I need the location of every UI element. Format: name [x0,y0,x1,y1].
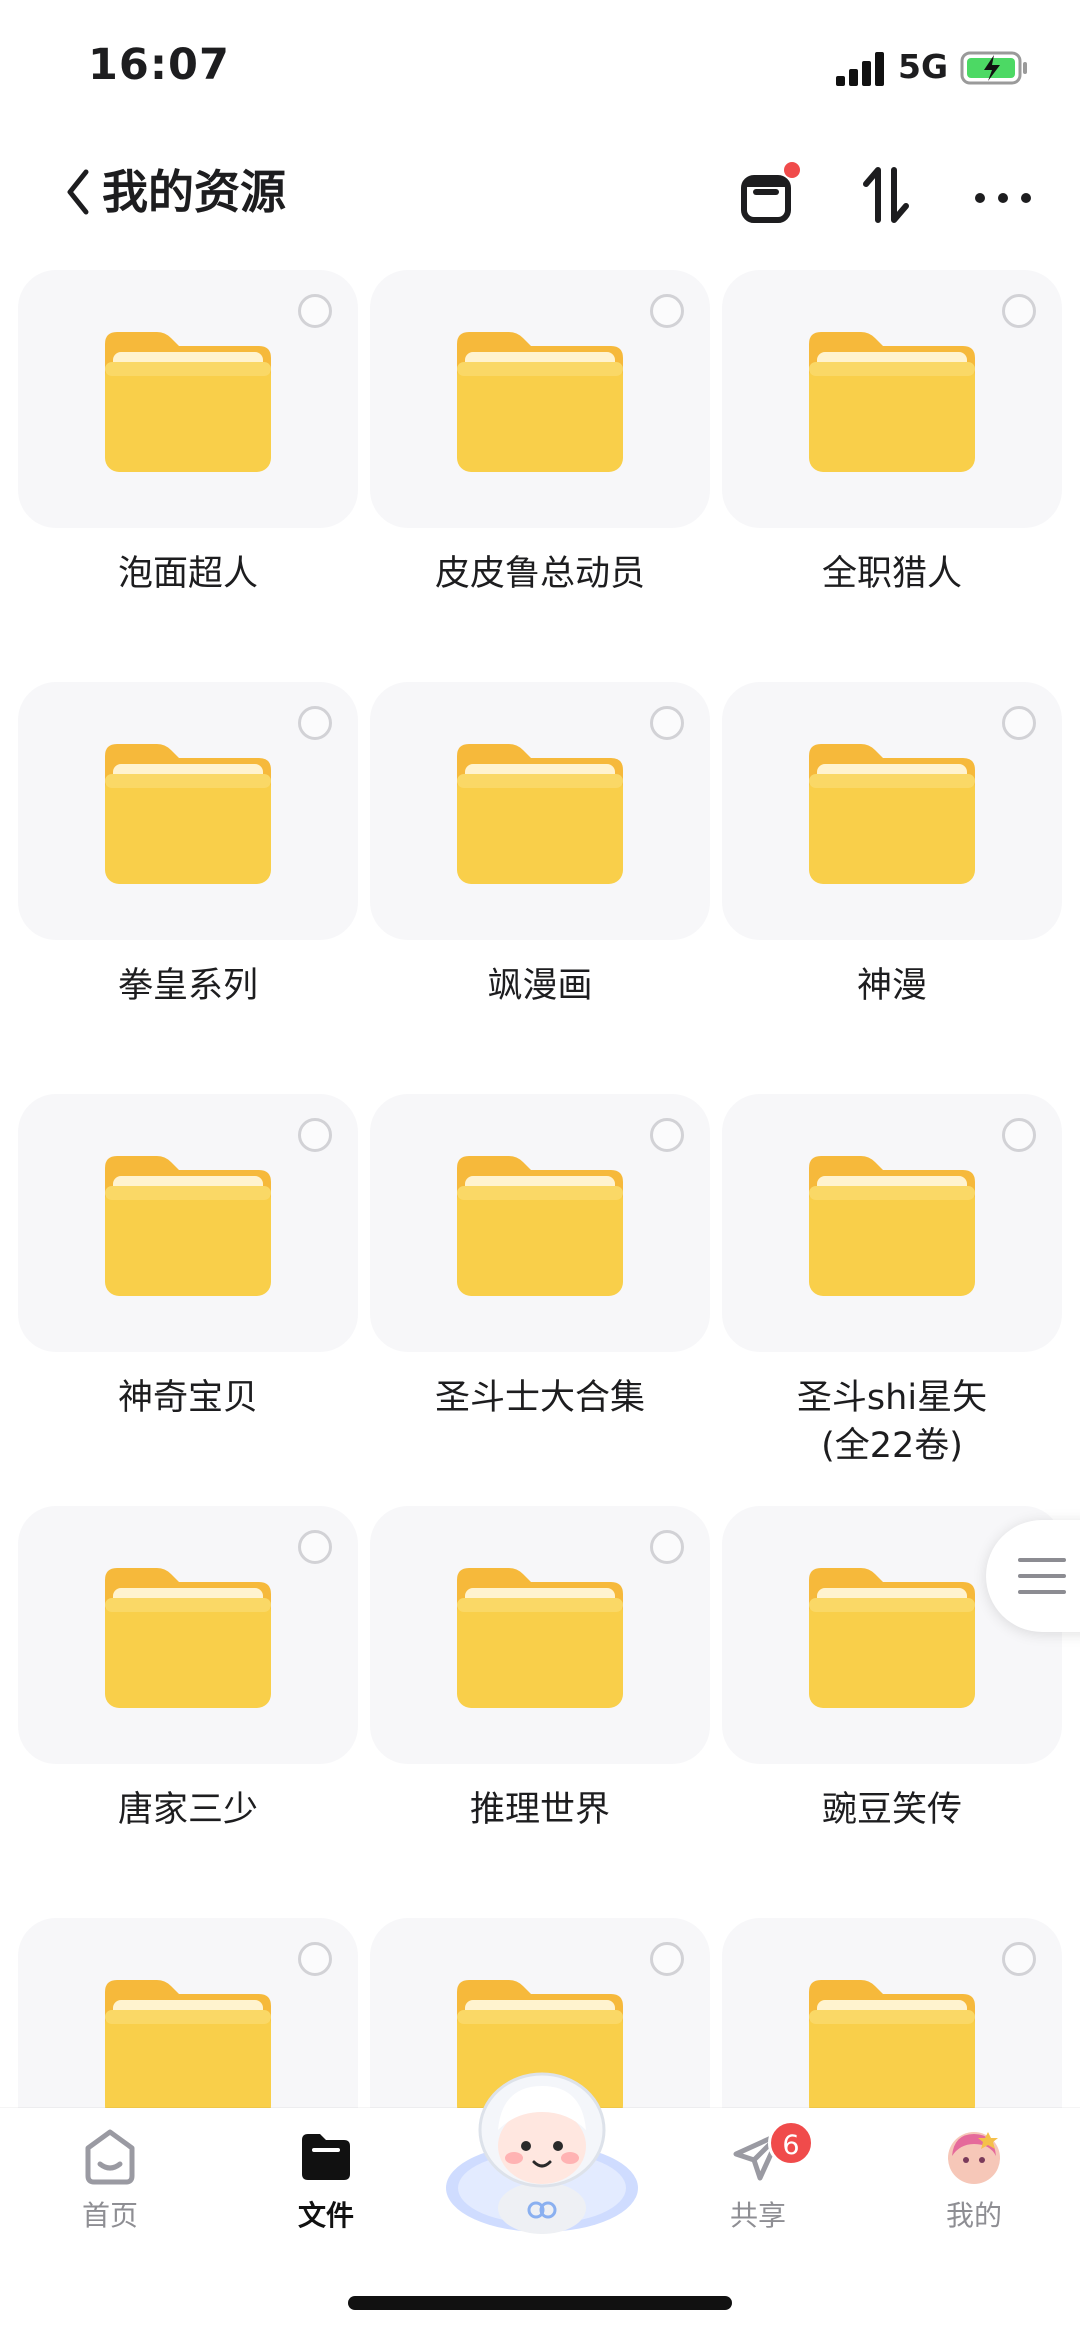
folder-item[interactable]: 圣斗士大合集 [370,1094,710,1506]
tab-label: 文件 [297,2199,354,2232]
folder-item[interactable]: 拳皇系列 [18,682,358,1094]
folder-icon [457,744,623,884]
select-checkbox[interactable] [650,294,684,328]
folder-icon [809,332,975,472]
home-icon [85,2129,135,2185]
folder-item[interactable]: 圣斗shi星矢 (全22卷) [722,1094,1062,1506]
folder-card[interactable] [370,682,710,940]
select-checkbox[interactable] [298,1530,332,1564]
folder-item[interactable]: 全职猎人 [722,270,1062,682]
tab-label: 我的 [945,2199,1002,2232]
select-checkbox[interactable] [298,1942,332,1976]
tab-label: 首页 [81,2199,138,2232]
avatar-icon [948,2132,1000,2184]
tab-home[interactable]: 首页 [40,2126,180,2246]
home-indicator [348,2296,732,2310]
folder-item[interactable]: 神漫 [722,682,1062,1094]
folder-icon [809,1568,975,1708]
tab-label: 共享 [729,2199,786,2232]
tab-files[interactable]: 文件 [256,2126,396,2246]
folder-icon [809,744,975,884]
folder-name: 泡面超人 [117,554,258,594]
folder-card[interactable] [18,1506,358,1764]
tab-me[interactable]: 我的 [904,2126,1044,2246]
select-checkbox[interactable] [650,706,684,740]
menu-line [1018,1558,1066,1562]
select-checkbox[interactable] [650,1942,684,1976]
folder-name: 拳皇系列 [117,966,258,1006]
folder-item[interactable]: 神奇宝贝 [18,1094,358,1506]
folder-name: 唐家三少 [117,1790,258,1830]
folder-icon [105,744,271,884]
folder-icon [809,1156,975,1296]
select-checkbox[interactable] [298,294,332,328]
folder-card[interactable] [722,682,1062,940]
folder-icon [457,1568,623,1708]
folder-name: 推理世界 [469,1790,610,1830]
menu-line [1018,1574,1066,1578]
folder-name: 飒漫画 [487,966,593,1006]
select-checkbox[interactable] [650,1530,684,1564]
select-checkbox[interactable] [298,1118,332,1152]
folder-icon [302,2134,350,2180]
menu-line [1018,1590,1066,1594]
select-checkbox[interactable] [1002,294,1036,328]
tab-share[interactable]: 共享 6 [688,2120,828,2246]
folder-item[interactable]: 推理世界 [370,1506,710,1918]
folder-icon [457,1156,623,1296]
folder-item[interactable]: 泡面超人 [18,270,358,682]
folder-name: 圣斗shi星矢 (全22卷) [796,1378,988,1466]
folder-name: 神漫 [856,966,927,1006]
folder-name: 圣斗士大合集 [434,1378,645,1418]
select-checkbox[interactable] [1002,1118,1036,1152]
folder-name: 豌豆笑传 [821,1790,962,1830]
folder-icon [809,1980,975,2120]
folder-card[interactable] [722,270,1062,528]
folder-icon [105,332,271,472]
folder-card[interactable] [370,1094,710,1352]
assistant-mascot-button[interactable] [442,2060,642,2240]
select-checkbox[interactable] [650,1118,684,1152]
folder-card[interactable] [18,1094,358,1352]
folder-card[interactable] [722,1094,1062,1352]
folder-icon [105,1156,271,1296]
folder-card[interactable] [18,270,358,528]
folder-card[interactable] [18,682,358,940]
folder-icon [105,1568,271,1708]
select-checkbox[interactable] [1002,706,1036,740]
folder-item[interactable]: 唐家三少 [18,1506,358,1918]
select-checkbox[interactable] [1002,1942,1036,1976]
folder-icon [457,332,623,472]
folder-card[interactable] [370,1506,710,1764]
notification-badge: 6 [768,2120,814,2166]
folder-item[interactable]: 皮皮鲁总动员 [370,270,710,682]
folder-icon [105,1980,271,2120]
folder-item[interactable]: 飒漫画 [370,682,710,1094]
folder-name: 神奇宝贝 [117,1378,258,1418]
folder-name: 皮皮鲁总动员 [434,554,645,594]
folder-card[interactable] [370,270,710,528]
folder-grid: 泡面超人 皮皮鲁总动员 全职猎人拳皇系列 飒漫画 神漫神奇宝贝 圣斗士大合集 圣斗shi星矢… [0,0,1080,2337]
folder-name: 全职猎人 [821,554,962,594]
select-checkbox[interactable] [298,706,332,740]
